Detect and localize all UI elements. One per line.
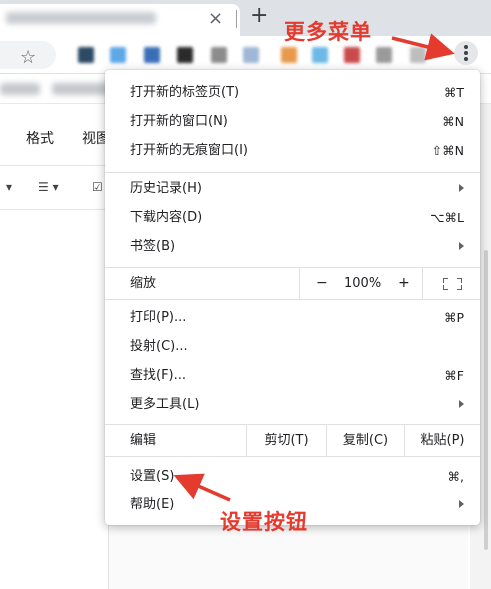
- menu-item-new-incognito-window[interactable]: 打开新的无痕窗口(I) ⇧⌘N: [105, 136, 480, 165]
- menu-item-find[interactable]: 查找(F)... ⌘F: [105, 361, 480, 390]
- new-tab-button[interactable]: +: [250, 4, 268, 28]
- menu-item-bookmarks[interactable]: 书签(B): [105, 232, 480, 261]
- copy-button[interactable]: 复制(C): [326, 425, 404, 456]
- zoom-in-button[interactable]: +: [398, 268, 410, 299]
- tab-strip: × +: [0, 0, 491, 36]
- extension-icon[interactable]: [110, 47, 126, 63]
- menu-item-history[interactable]: 历史记录(H): [105, 174, 480, 203]
- extension-icon[interactable]: [211, 47, 227, 63]
- menu-item-new-window[interactable]: 打开新的窗口(N) ⌘N: [105, 107, 480, 136]
- zoom-controls: − 100% +: [299, 268, 480, 299]
- browser-tab[interactable]: ×: [0, 4, 240, 36]
- menu-item-downloads[interactable]: 下载内容(D) ⌥⌘L: [105, 203, 480, 232]
- tab-title-blurred: [6, 12, 156, 24]
- zoom-label: 缩放: [130, 276, 157, 291]
- document-toolbar: ▾ ☰ ▾ ☑: [0, 166, 120, 210]
- extension-icon[interactable]: [177, 47, 193, 63]
- submenu-arrow-icon: [459, 500, 464, 508]
- extension-icon[interactable]: [312, 47, 328, 63]
- extension-icon[interactable]: [344, 47, 360, 63]
- checklist-icon[interactable]: ☑: [92, 180, 103, 194]
- fullscreen-button[interactable]: [422, 268, 481, 299]
- bookmark-item[interactable]: [0, 83, 40, 95]
- menu-item-print[interactable]: 打印(P)... ⌘P: [105, 303, 480, 332]
- list-format-icon[interactable]: ☰ ▾: [38, 180, 59, 194]
- chrome-more-menu: 打开新的标签页(T) ⌘T 打开新的窗口(N) ⌘N 打开新的无痕窗口(I) ⇧…: [105, 70, 480, 525]
- submenu-arrow-icon: [459, 242, 464, 250]
- menu-separator: [105, 456, 480, 457]
- scrollbar[interactable]: [484, 250, 488, 550]
- tab-separator: [236, 10, 237, 28]
- cut-button[interactable]: 剪切(T): [246, 425, 326, 456]
- address-bar[interactable]: ☆: [0, 41, 56, 69]
- extension-icon[interactable]: [243, 47, 259, 63]
- extension-icon[interactable]: [78, 47, 94, 63]
- annotation-settings-button: 设置按钮: [220, 510, 308, 534]
- document-menubar: 格式 视图: [0, 104, 120, 166]
- extension-icon[interactable]: [376, 47, 392, 63]
- menu-item-cast[interactable]: 投射(C)...: [105, 332, 480, 361]
- more-menu-button[interactable]: [454, 41, 478, 65]
- annotation-more-menu: 更多菜单: [284, 20, 372, 44]
- zoom-level: 100%: [344, 276, 382, 291]
- submenu-arrow-icon: [459, 184, 464, 192]
- submenu-arrow-icon: [459, 400, 464, 408]
- extension-icon[interactable]: [410, 47, 426, 63]
- menu-format[interactable]: 格式: [26, 128, 54, 148]
- bookmark-star-icon[interactable]: ☆: [20, 47, 36, 68]
- menu-item-more-tools[interactable]: 更多工具(L): [105, 390, 480, 419]
- dropdown-caret-icon[interactable]: ▾: [6, 180, 12, 194]
- close-tab-icon[interactable]: ×: [208, 8, 223, 29]
- zoom-out-button[interactable]: −: [316, 268, 328, 299]
- extension-icon[interactable]: [281, 47, 297, 63]
- menu-separator: [105, 172, 480, 173]
- paste-button[interactable]: 粘贴(P): [404, 425, 480, 456]
- browser-toolbar: ☆: [0, 36, 491, 74]
- more-dots-icon: [464, 45, 468, 49]
- bookmark-item[interactable]: [52, 83, 110, 95]
- menu-edit-row: 编辑 剪切(T) 复制(C) 粘贴(P): [105, 425, 480, 456]
- extension-icon[interactable]: [144, 47, 160, 63]
- menu-zoom-row: 缩放 − 100% +: [105, 268, 480, 299]
- edit-label: 编辑: [130, 433, 157, 448]
- menu-item-new-tab[interactable]: 打开新的标签页(T) ⌘T: [105, 78, 480, 107]
- menu-separator: [105, 299, 480, 300]
- menu-item-settings[interactable]: 设置(S) ⌘,: [105, 462, 480, 491]
